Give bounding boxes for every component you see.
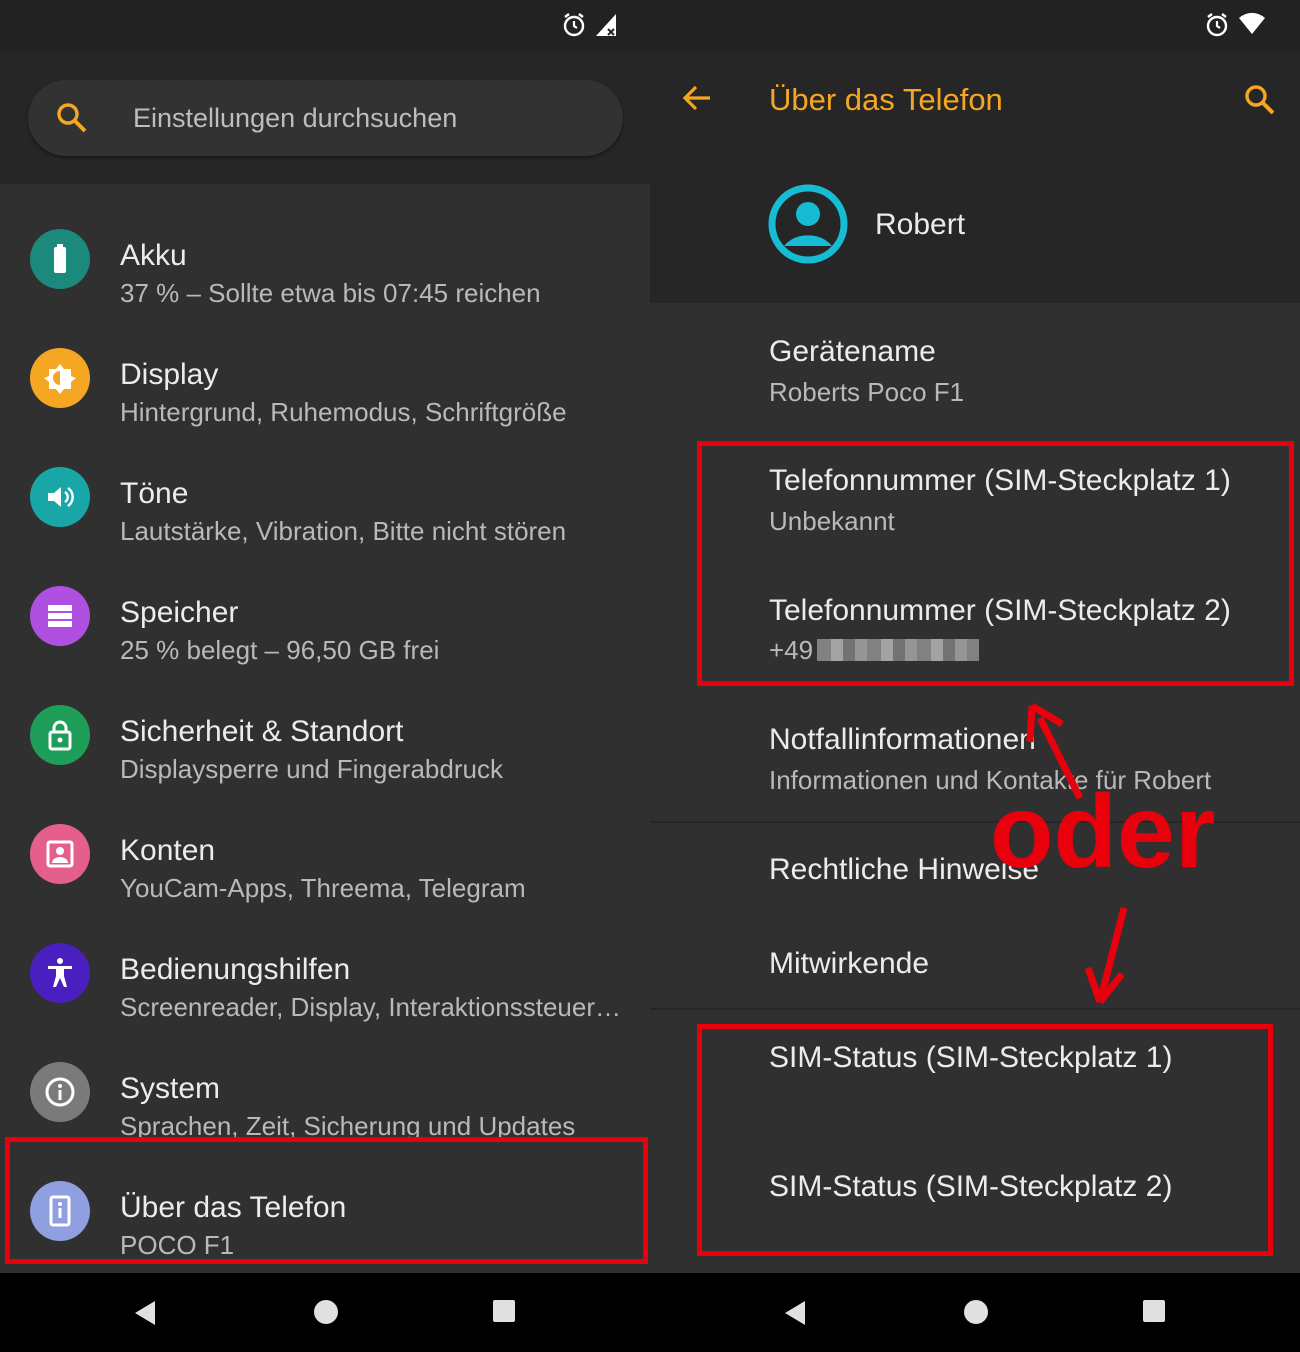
highlight-box-sim-status <box>697 1024 1273 1256</box>
storage-icon <box>30 586 90 646</box>
search-bar[interactable]: Einstellungen durchsuchen <box>28 80 623 156</box>
highlight-box <box>5 1137 648 1264</box>
home-icon[interactable] <box>313 1299 339 1325</box>
emergency-info-title[interactable]: Notfallinformationen <box>769 723 1036 757</box>
settings-item-subtitle: Lautstärke, Vibration, Bitte nicht störe… <box>120 516 567 546</box>
settings-item-subtitle: 37 % – Sollte etwa bis 07:45 reichen <box>120 278 541 308</box>
alarm-icon <box>563 13 585 37</box>
about-phone-screen: Über das Telefon Robert Gerätename Rober… <box>650 0 1300 1352</box>
device-name-title[interactable]: Gerätename <box>769 335 936 369</box>
settings-item-speicher[interactable]: Speicher 25 % belegt – 96,50 GB frei <box>0 586 650 705</box>
search-icon[interactable] <box>1244 84 1276 116</box>
wifi-icon <box>1239 12 1265 34</box>
avatar[interactable] <box>768 184 848 264</box>
alarm-icon <box>1206 13 1228 37</box>
contributors[interactable]: Mitwirkende <box>769 947 929 981</box>
arrow-up-icon <box>1026 702 1084 800</box>
device-name-value: Roberts Poco F1 <box>769 377 965 407</box>
settings-item-bedienungshilfen[interactable]: Bedienungshilfen Screenreader, Display, I… <box>0 943 650 1062</box>
settings-item-akku[interactable]: Akku 37 % – Sollte etwa bis 07:45 reichen <box>0 229 650 348</box>
settings-item-title: Töne <box>120 477 189 510</box>
search-icon <box>57 103 87 133</box>
accessibility-icon <box>30 943 90 1003</box>
info-icon <box>30 1062 90 1122</box>
settings-item-display[interactable]: Display Hintergrund, Ruhemodus, Schriftgr… <box>0 348 650 467</box>
user-name: Robert <box>875 208 966 241</box>
lock-icon <box>30 705 90 765</box>
nav-bar <box>650 1273 1300 1352</box>
signal-icon <box>596 14 616 36</box>
settings-item-konten[interactable]: Konten YouCam-Apps, Threema, Telegram <box>0 824 650 943</box>
home-icon[interactable] <box>963 1299 989 1325</box>
back-icon[interactable] <box>783 1299 807 1327</box>
divider <box>650 1008 1300 1010</box>
volume-icon <box>30 467 90 527</box>
settings-item-subtitle: 25 % belegt – 96,50 GB frei <box>120 635 440 665</box>
recents-icon[interactable] <box>492 1299 516 1323</box>
settings-item-title: System <box>120 1072 221 1105</box>
settings-item-title: Akku <box>120 239 187 272</box>
settings-item-title: Sicherheit & Standort <box>120 715 404 748</box>
status-bar <box>650 0 1300 52</box>
settings-item-töne[interactable]: Töne Lautstärke, Vibration, Bitte nicht s… <box>0 467 650 586</box>
settings-item-title: Konten <box>120 834 216 867</box>
search-placeholder: Einstellungen durchsuchen <box>133 103 458 133</box>
settings-item-subtitle: Displaysperre und Fingerabdruck <box>120 754 503 784</box>
recents-icon[interactable] <box>1142 1299 1166 1323</box>
back-icon[interactable] <box>133 1299 157 1327</box>
settings-item-title: Display <box>120 358 219 391</box>
settings-screen: Einstellungen durchsuchen Akku 37 % – Sol… <box>0 0 650 1352</box>
back-arrow-icon[interactable] <box>682 84 712 112</box>
battery-icon <box>30 229 90 289</box>
status-bar <box>0 0 650 52</box>
settings-item-title: Speicher <box>120 596 239 629</box>
page-title: Über das Telefon <box>769 82 1003 117</box>
highlight-box-phone-numbers <box>697 441 1294 686</box>
settings-item-title: Bedienungshilfen <box>120 953 351 986</box>
nav-bar <box>0 1273 650 1352</box>
account-box-icon <box>30 824 90 884</box>
settings-item-subtitle: YouCam-Apps, Threema, Telegram <box>120 873 526 903</box>
arrow-down-icon <box>1084 907 1128 1005</box>
settings-item-sicherheit-standort[interactable]: Sicherheit & Standort Displaysperre und F… <box>0 705 650 824</box>
brightness-icon <box>30 348 90 408</box>
settings-item-subtitle: Hintergrund, Ruhemodus, Schriftgröße <box>120 397 567 427</box>
settings-item-subtitle: Screenreader, Display, Interaktionssteue… <box>120 992 621 1022</box>
